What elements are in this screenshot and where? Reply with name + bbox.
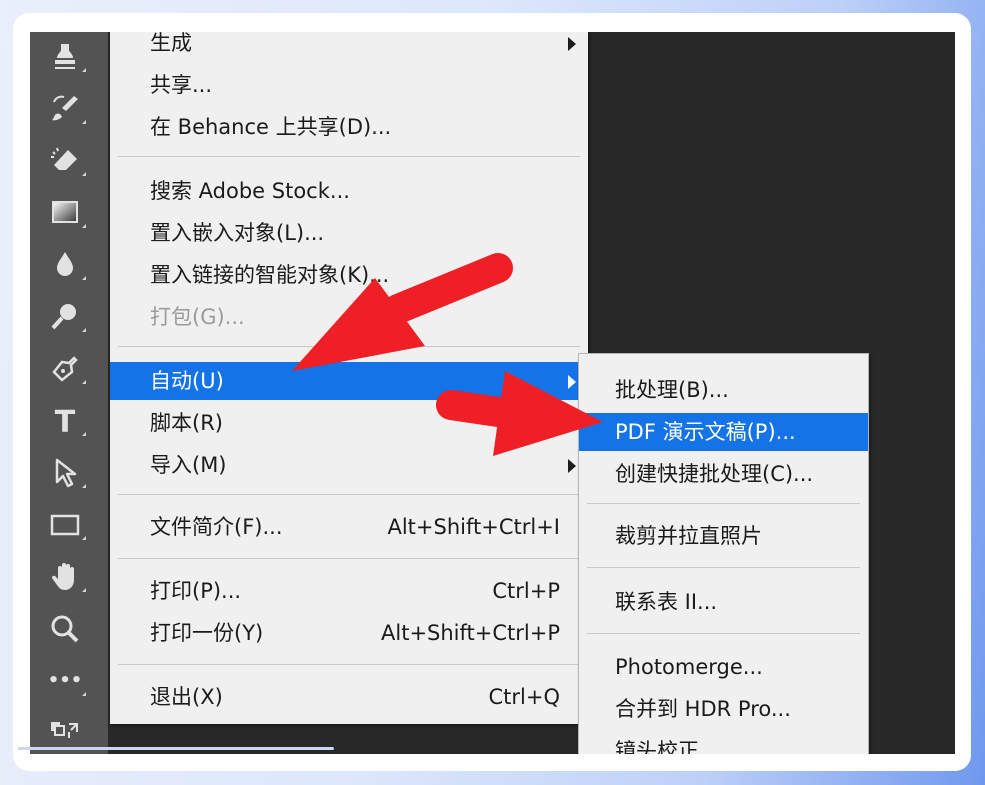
zoom-tool-icon[interactable] — [48, 612, 82, 646]
path-selection-tool-icon[interactable] — [48, 456, 86, 490]
menu-item-shortcut: Alt+Shift+Ctrl+I — [387, 515, 560, 539]
menu-item-label: 镜头校正... — [615, 739, 720, 754]
submenu-arrow-icon — [568, 459, 576, 473]
eraser-tool-icon[interactable] — [48, 144, 86, 178]
menu-item-label: 打印(P)... — [150, 579, 242, 603]
menu-item-print[interactable]: 打印(P)... Ctrl+P — [110, 572, 588, 610]
rectangle-tool-icon[interactable] — [48, 508, 86, 542]
menu-item-import[interactable]: 导入(M) — [110, 446, 588, 484]
menu-item-label: 置入嵌入对象(L)... — [150, 221, 325, 245]
menu-item-lens-correction[interactable]: 镜头校正... — [579, 732, 868, 754]
menu-item-print-one-copy[interactable]: 打印一份(Y) Alt+Shift+Ctrl+P — [110, 614, 588, 652]
menu-item-crop-straighten[interactable]: 裁剪并拉直照片 — [579, 517, 868, 555]
automate-submenu: 批处理(B)... PDF 演示文稿(P)... 创建快捷批处理(C)... 裁… — [579, 354, 868, 754]
menu-separator — [118, 558, 580, 559]
menu-item-scripts[interactable]: 脚本(R) — [110, 404, 588, 442]
menu-item-label: 联系表 II... — [615, 590, 718, 614]
menu-item-search-adobe-stock[interactable]: 搜索 Adobe Stock... — [110, 172, 588, 210]
menu-separator — [118, 346, 580, 347]
file-menu: 生成 共享... 在 Behance 上共享(D)... 搜索 Adobe St… — [110, 32, 588, 724]
menu-item-pdf-presentation[interactable]: PDF 演示文稿(P)... — [579, 413, 868, 451]
menu-item-create-droplet[interactable]: 创建快捷批处理(C)... — [579, 455, 868, 493]
menu-item-contact-sheet[interactable]: 联系表 II... — [579, 583, 868, 621]
menu-item-label: 批处理(B)... — [615, 378, 729, 402]
tools-panel: T ••• — [30, 32, 108, 754]
menu-item-merge-hdr-pro[interactable]: 合并到 HDR Pro... — [579, 690, 868, 728]
pen-tool-icon[interactable] — [48, 352, 86, 386]
menu-item-label: 创建快捷批处理(C)... — [615, 462, 814, 486]
menu-item-package: 打包(G)... — [110, 298, 588, 336]
blur-tool-icon[interactable] — [48, 248, 86, 282]
menu-separator — [587, 503, 860, 504]
menu-item-label: 退出(X) — [150, 685, 223, 709]
menu-item-label: 在 Behance 上共享(D)... — [150, 115, 392, 139]
menu-item-label: Photomerge... — [615, 655, 763, 679]
menu-separator — [118, 664, 580, 665]
svg-text:•••: ••• — [48, 670, 82, 691]
menu-separator — [587, 567, 860, 568]
menu-item-photomerge[interactable]: Photomerge... — [579, 648, 868, 686]
menu-item-label: 裁剪并拉直照片 — [615, 524, 762, 548]
menu-item-place-embedded[interactable]: 置入嵌入对象(L)... — [110, 214, 588, 252]
menu-item-place-linked[interactable]: 置入链接的智能对象(K)... — [110, 256, 588, 294]
submenu-arrow-icon — [568, 37, 576, 51]
photoshop-window: T ••• 生成 共享... 在 Behance 上共享(D)... 搜索 Ad… — [30, 32, 955, 754]
submenu-arrow-icon — [568, 375, 576, 389]
menu-separator — [587, 633, 860, 634]
menu-item-generate[interactable]: 生成 — [110, 32, 588, 62]
swap-colors-icon[interactable] — [48, 716, 82, 750]
horizontal-scroll-indicator — [18, 747, 334, 750]
menu-item-label: PDF 演示文稿(P)... — [615, 420, 796, 444]
screenshot-card: T ••• 生成 共享... 在 Behance 上共享(D)... 搜索 Ad… — [13, 13, 971, 771]
menu-item-shortcut: Alt+Shift+Ctrl+P — [381, 621, 560, 645]
menu-item-exit[interactable]: 退出(X) Ctrl+Q — [110, 678, 588, 716]
menu-item-automate[interactable]: 自动(U) — [110, 362, 588, 400]
menu-item-share-behance[interactable]: 在 Behance 上共享(D)... — [110, 108, 588, 146]
hand-tool-icon[interactable] — [48, 560, 86, 594]
menu-item-label: 打包(G)... — [150, 305, 245, 329]
menu-separator — [118, 494, 580, 495]
menu-item-shortcut: Ctrl+P — [492, 579, 560, 603]
svg-text:T: T — [55, 405, 76, 438]
menu-item-label: 合并到 HDR Pro... — [615, 697, 791, 721]
menu-item-file-info[interactable]: 文件简介(F)... Alt+Shift+Ctrl+I — [110, 508, 588, 546]
menu-item-label: 置入链接的智能对象(K)... — [150, 263, 390, 287]
menu-item-batch[interactable]: 批处理(B)... — [579, 371, 868, 409]
gradient-tool-icon[interactable] — [48, 196, 86, 230]
menu-item-label: 打印一份(Y) — [150, 621, 264, 645]
dodge-tool-icon[interactable] — [48, 300, 86, 334]
menu-item-label: 搜索 Adobe Stock... — [150, 179, 350, 203]
type-tool-icon[interactable]: T — [48, 404, 86, 438]
menu-item-share[interactable]: 共享... — [110, 66, 588, 104]
menu-item-label: 生成 — [150, 32, 192, 55]
menu-separator — [118, 156, 580, 157]
menu-item-label: 脚本(R) — [150, 411, 223, 435]
menu-item-label: 导入(M) — [150, 453, 227, 477]
clone-stamp-tool-icon[interactable] — [48, 40, 86, 74]
menu-item-label: 文件简介(F)... — [150, 515, 283, 539]
history-brush-tool-icon[interactable] — [48, 92, 86, 126]
menu-item-label: 自动(U) — [150, 369, 224, 393]
menu-item-shortcut: Ctrl+Q — [488, 685, 561, 709]
more-tools-icon[interactable]: ••• — [48, 664, 86, 698]
menu-item-label: 共享... — [150, 73, 213, 97]
